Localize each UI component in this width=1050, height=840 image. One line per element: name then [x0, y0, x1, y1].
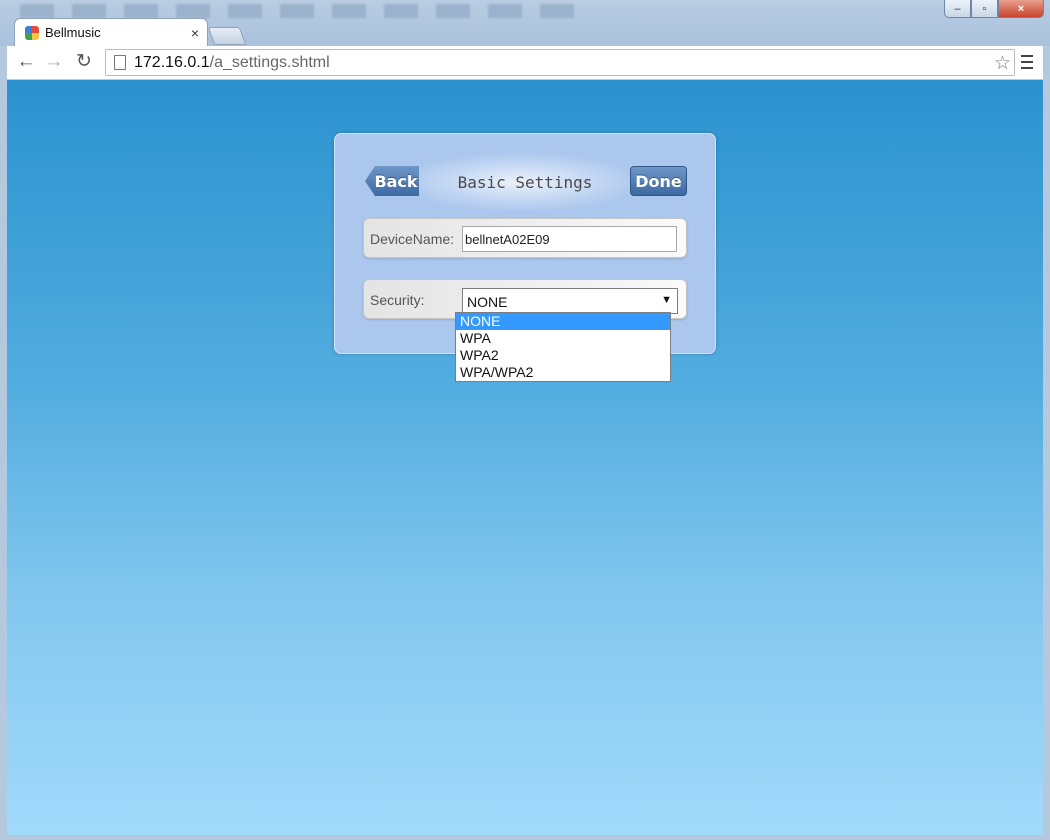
- security-dropdown-list: NONE WPA WPA2 WPA/WPA2: [455, 312, 671, 382]
- back-button[interactable]: Back: [365, 166, 419, 196]
- device-name-label: DeviceName:: [370, 231, 455, 247]
- security-label: Security:: [370, 292, 425, 308]
- maximize-button[interactable]: ▫: [971, 0, 998, 18]
- security-option-wpa-wpa2[interactable]: WPA/WPA2: [456, 364, 670, 381]
- back-arrow-icon[interactable]: ←: [15, 51, 37, 73]
- window-titlebar: – ▫ × Bellmusic ×: [0, 0, 1050, 48]
- tab-close-icon[interactable]: ×: [191, 25, 199, 41]
- page-viewport: Back Basic Settings Done DeviceName: Sec…: [7, 80, 1043, 835]
- window-frame-left: [0, 46, 7, 840]
- security-selected-value: NONE: [467, 294, 508, 310]
- window-controls: – ▫ ×: [944, 0, 1044, 18]
- security-option-wpa[interactable]: WPA: [456, 330, 670, 347]
- device-name-row: DeviceName:: [363, 218, 687, 258]
- done-button[interactable]: Done: [630, 166, 687, 196]
- close-window-button[interactable]: ×: [998, 0, 1044, 18]
- new-tab-button[interactable]: [207, 27, 247, 45]
- bookmark-star-icon[interactable]: ☆: [994, 52, 1011, 75]
- favicon-icon: [25, 25, 39, 40]
- browser-toolbar: ← → ↻ 172.16.0.1/a_settings.shtml ☆: [7, 46, 1043, 80]
- hamburger-menu-icon[interactable]: [1021, 55, 1033, 69]
- page-title: Basic Settings: [457, 173, 593, 192]
- minimize-button[interactable]: –: [944, 0, 971, 18]
- url-path: /a_settings.shtml: [209, 53, 330, 71]
- security-option-none[interactable]: NONE: [456, 313, 670, 330]
- url-host: 172.16.0.1: [134, 53, 210, 71]
- dropdown-arrow-icon: ▼: [661, 294, 672, 306]
- tab-title: Bellmusic: [45, 25, 101, 40]
- security-select[interactable]: NONE ▼: [462, 288, 678, 314]
- browser-tab[interactable]: Bellmusic ×: [14, 18, 208, 46]
- forward-arrow-icon[interactable]: →: [43, 51, 65, 73]
- address-bar[interactable]: 172.16.0.1/a_settings.shtml ☆: [105, 49, 1015, 76]
- window-frame-right: [1043, 46, 1050, 840]
- background-menu-blur: [20, 4, 580, 18]
- security-option-wpa2[interactable]: WPA2: [456, 347, 670, 364]
- page-icon: [114, 55, 126, 70]
- window-frame-bottom: [0, 835, 1050, 840]
- device-name-input[interactable]: [462, 226, 677, 252]
- reload-icon[interactable]: ↻: [73, 51, 95, 73]
